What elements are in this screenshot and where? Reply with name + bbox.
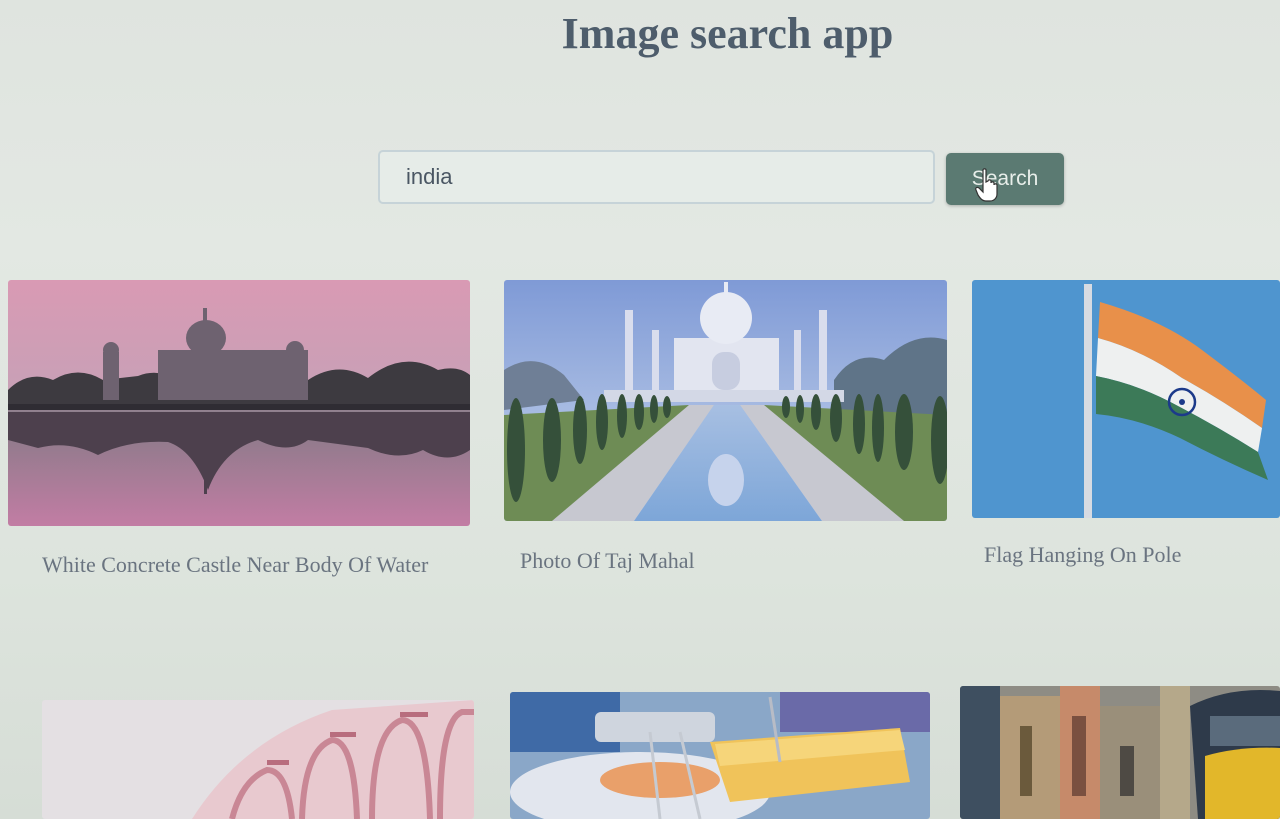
result-card[interactable] <box>510 692 930 819</box>
result-card[interactable]: Flag Hanging On Pole <box>972 280 1280 590</box>
search-input[interactable] <box>378 150 935 204</box>
result-card[interactable]: Photo Of Taj Mahal <box>504 280 947 590</box>
result-image-castle[interactable] <box>8 280 470 526</box>
result-title: Flag Hanging On Pole <box>984 542 1182 567</box>
result-image-street[interactable] <box>960 686 1280 819</box>
result-card[interactable] <box>42 700 474 819</box>
result-image-taj-mahal[interactable] <box>504 280 947 521</box>
result-card[interactable] <box>960 686 1280 819</box>
result-image-palace-facade[interactable] <box>42 700 474 819</box>
hand-pointer-cursor-icon <box>975 168 998 202</box>
result-card[interactable]: White Concrete Castle Near Body Of Water <box>8 280 470 620</box>
result-title: Photo Of Taj Mahal <box>520 548 695 573</box>
app-title: Image search app <box>561 9 894 58</box>
result-image-flag[interactable] <box>972 280 1280 518</box>
search-form: Search <box>378 150 1078 208</box>
result-image-food[interactable] <box>510 692 930 819</box>
search-button[interactable]: Search <box>946 153 1064 205</box>
result-title: White Concrete Castle Near Body Of Water <box>42 552 429 577</box>
